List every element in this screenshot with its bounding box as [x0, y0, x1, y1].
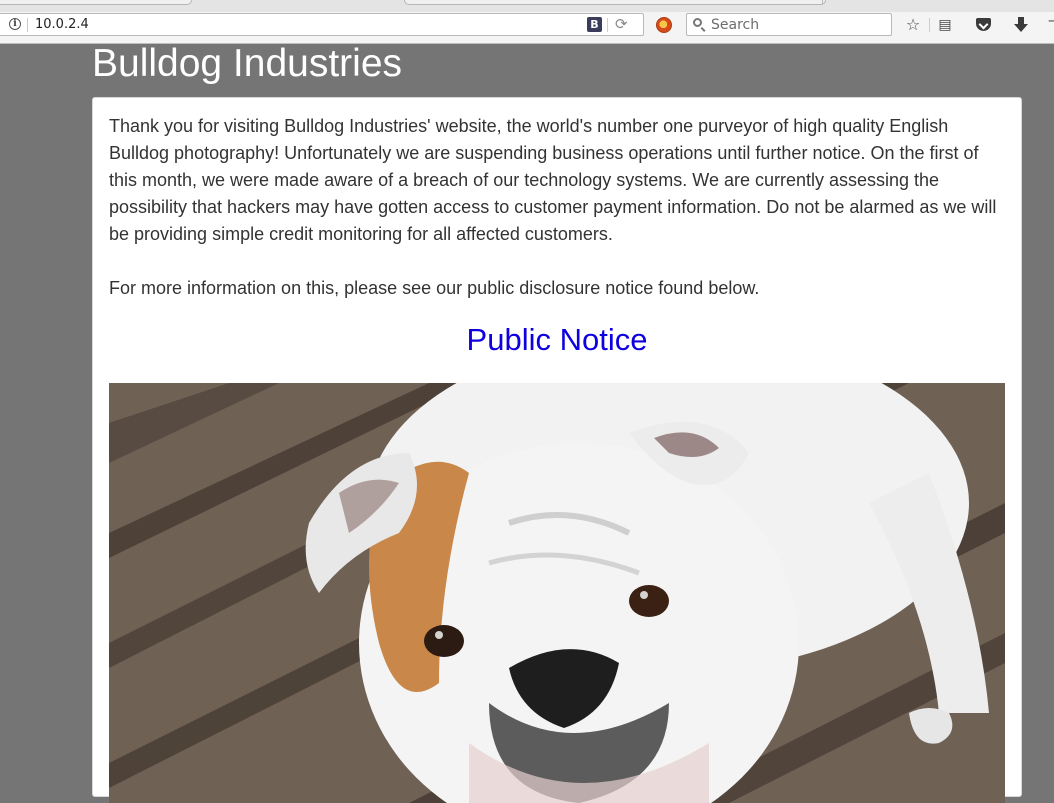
url-text[interactable]: 10.0.2.4: [35, 17, 89, 32]
search-bar[interactable]: Search: [686, 13, 892, 36]
bold-b-icon[interactable]: B: [587, 17, 602, 32]
addon-icon[interactable]: [656, 17, 672, 33]
bulldog-photo: [109, 383, 1005, 803]
tab-strip: [0, 0, 1054, 12]
search-input[interactable]: Search: [711, 17, 759, 33]
bookmark-star-icon[interactable]: ☆: [903, 15, 923, 35]
reload-icon[interactable]: ⟳: [615, 15, 628, 33]
site-title: Bulldog Industries: [92, 42, 403, 85]
url-divider: [607, 18, 608, 32]
more-info-paragraph: For more information on this, please see…: [109, 278, 760, 298]
search-icon: [693, 18, 702, 27]
chevron-overflow-icon[interactable]: →: [1048, 14, 1054, 29]
toolbar-divider: [929, 18, 930, 32]
tab-divider: [822, 0, 823, 4]
browser-tab[interactable]: [0, 0, 192, 5]
browser-tab-active[interactable]: [404, 0, 826, 5]
info-icon[interactable]: i: [9, 18, 21, 30]
public-notice-link[interactable]: Public Notice: [93, 320, 1021, 360]
content-panel: Thank you for visiting Bulldog Industrie…: [92, 97, 1022, 803]
address-bar[interactable]: i 10.0.2.4 B ⟳: [0, 13, 644, 36]
url-divider: [27, 18, 28, 32]
pocket-icon[interactable]: [976, 18, 991, 31]
intro-paragraph: Thank you for visiting Bulldog Industrie…: [109, 116, 997, 244]
reader-icon[interactable]: ▤: [935, 15, 955, 35]
